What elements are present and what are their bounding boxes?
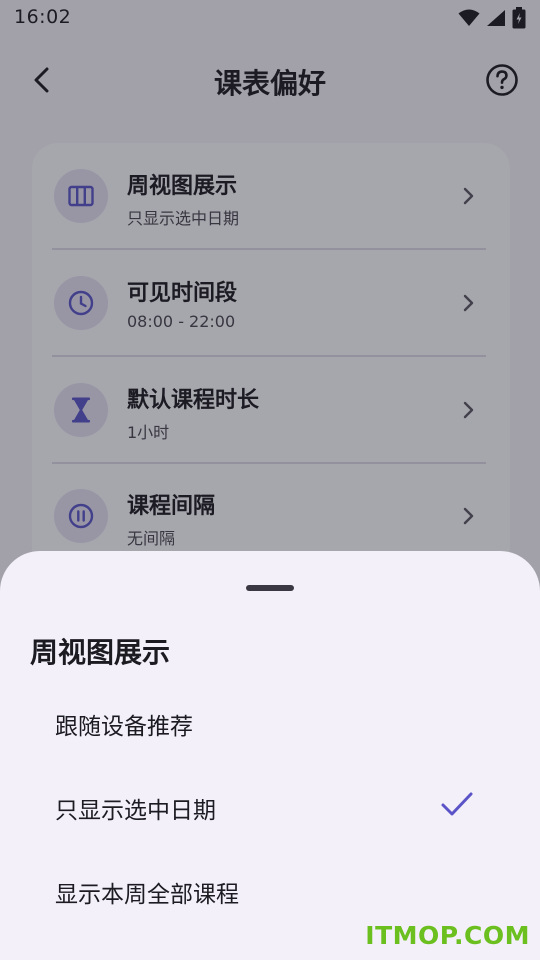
option-follow-device[interactable]: 跟随设备推荐 xyxy=(0,681,540,763)
checkmark-icon xyxy=(441,792,473,816)
bottom-sheet: 周视图展示 跟随设备推荐 只显示选中日期 显示本周全部课程 xyxy=(0,551,540,960)
sheet-title: 周视图展示 xyxy=(30,636,171,669)
option-label: 显示本周全部课程 xyxy=(55,882,239,908)
option-selected-date-only[interactable]: 只显示选中日期 xyxy=(0,765,540,847)
watermark: ITMOP.COM xyxy=(365,921,530,950)
option-label: 只显示选中日期 xyxy=(55,798,216,824)
option-show-all-week[interactable]: 显示本周全部课程 xyxy=(0,849,540,931)
screen: 16:02 课表偏好 周视图展示 只显示选中日期 可见时间段 08:00 - 2… xyxy=(0,0,540,960)
drag-handle[interactable] xyxy=(246,585,294,591)
option-label: 跟随设备推荐 xyxy=(55,714,193,740)
